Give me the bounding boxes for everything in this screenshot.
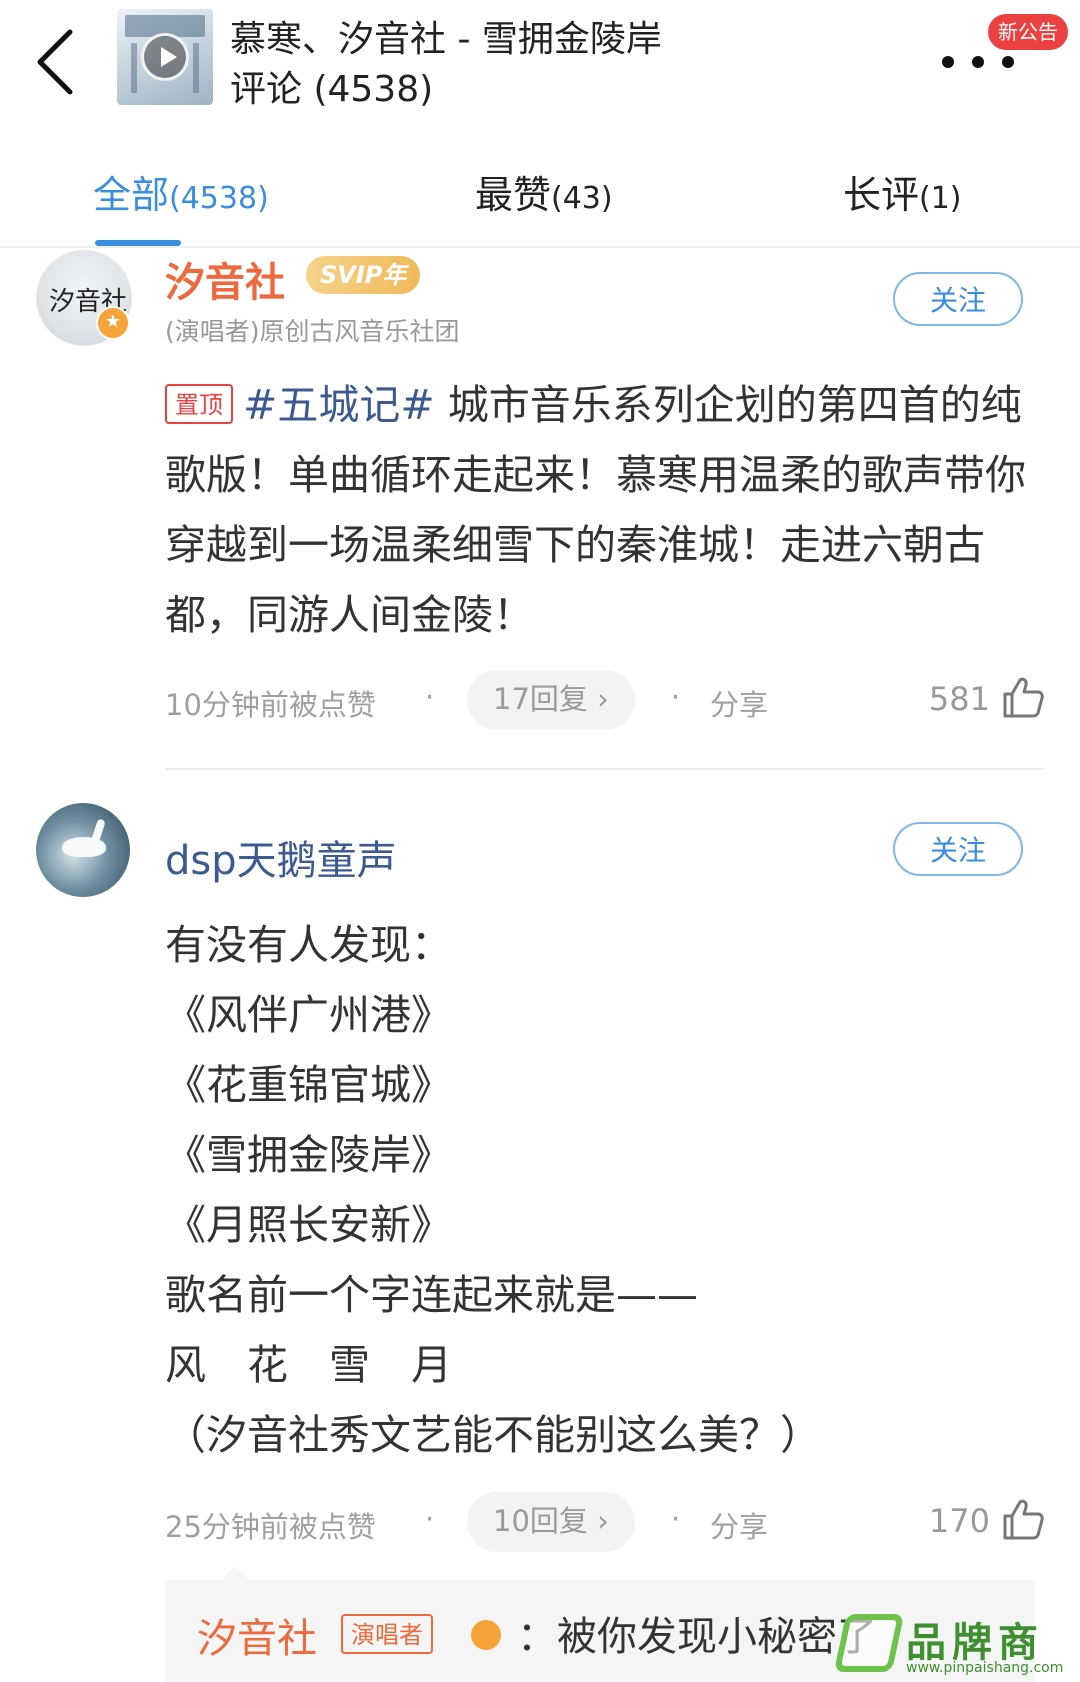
comment-text: 置顶 #五城记# 城市音乐系列企划的第四首的纯歌版！单曲循环走起来！慕寒用温柔的歌… — [165, 370, 1045, 650]
comment-text: 有没有人发现： 《风伴广州港》 《花重锦官城》 《雪拥金陵岸》 《月照长安新》 … — [165, 910, 1045, 1470]
logo-mark-icon — [833, 1614, 905, 1672]
svip-badge[interactable]: SVIP年 — [306, 256, 421, 294]
like-time: 10分钟前被点赞 — [165, 688, 376, 722]
singer-tag: 演唱者 — [341, 1614, 433, 1654]
separator-dot: · — [671, 680, 681, 714]
tab-label: 最赞 — [475, 173, 552, 217]
thumbs-up-icon — [1003, 677, 1044, 718]
reply-text: ：被你发现小秘密了 — [517, 1614, 877, 1660]
tab-all[interactable]: 全部(4538) — [93, 164, 269, 219]
active-tab-indicator — [95, 240, 181, 246]
header-bar: 慕寒、汐音社 - 雪拥金陵岸 评论 (4538) 新公告 — [0, 0, 1080, 140]
comment-line: 歌名前一个字连起来就是—— — [165, 1271, 698, 1319]
comment-count-title: 评论 (4538) — [230, 69, 434, 110]
replies-button[interactable]: 10回复 › — [467, 1492, 635, 1552]
comment-line: 《花重锦官城》 — [165, 1061, 452, 1109]
comment-username[interactable]: dsp天鹅童声 — [165, 828, 397, 886]
more-options-button[interactable] — [938, 50, 1018, 76]
comment-line: 《雪拥金陵岸》 — [165, 1131, 452, 1179]
dot-icon — [1002, 56, 1014, 68]
pinned-tag: 置顶 — [165, 384, 233, 424]
like-count: 170 — [928, 1502, 990, 1540]
topic-link[interactable]: #五城记# — [243, 381, 435, 429]
tab-count: (1) — [919, 181, 962, 216]
song-cover-image[interactable] — [117, 9, 213, 105]
watermark-logo: 品牌商 www.pinpaishang.com — [833, 1610, 1070, 1678]
song-title: 慕寒、汐音社 - 雪拥金陵岸 — [230, 19, 662, 60]
user-subtitle: (演唱者)原创古风音乐社团 — [165, 317, 460, 346]
comment-line: （汐音社秀文艺能不能别这么美？） — [165, 1411, 821, 1459]
new-notice-badge[interactable]: 新公告 — [988, 14, 1068, 50]
tab-most-liked[interactable]: 最赞(43) — [475, 164, 613, 219]
comments-page: 慕寒、汐音社 - 雪拥金陵岸 评论 (4538) 新公告 全部(4538) 最赞… — [0, 0, 1080, 1682]
tab-label: 全部 — [93, 173, 170, 217]
tab-count: (43) — [551, 181, 613, 216]
avatar[interactable] — [36, 803, 130, 897]
comment-line: 风 花 雪 月 — [165, 1341, 452, 1389]
comment-line: 《月照长安新》 — [165, 1201, 452, 1249]
share-button[interactable]: 分享 — [710, 1504, 768, 1546]
chevron-left-icon — [37, 29, 73, 95]
separator-dot: · — [425, 1502, 435, 1536]
replies-button[interactable]: 17回复 › — [467, 670, 635, 730]
comment-meta: 10分钟前被点赞 · 17回复 › · 分享 581 — [165, 670, 1045, 730]
reply-username[interactable]: 汐音社 — [197, 1606, 317, 1664]
comment-line: 《风伴广州港》 — [165, 991, 452, 1039]
back-button[interactable] — [22, 22, 102, 102]
dot-icon — [972, 56, 984, 68]
separator-dot: · — [671, 1502, 681, 1536]
like-button[interactable]: 170 — [915, 1498, 1045, 1548]
comment-line: 有没有人发现： — [165, 921, 452, 969]
star-badge-icon: ★ — [96, 306, 130, 340]
tab-long-review[interactable]: 长评(1) — [843, 164, 962, 219]
diamond-badge-icon — [471, 1620, 501, 1650]
follow-button[interactable]: 关注 — [893, 822, 1023, 876]
comment-username[interactable]: 汐音社 — [165, 250, 285, 308]
watermark-url: www.pinpaishang.com — [906, 1660, 1064, 1676]
like-count: 581 — [928, 680, 990, 718]
comment-meta: 25分钟前被点赞 · 10回复 › · 分享 170 — [165, 1492, 1045, 1552]
like-button[interactable]: 581 — [915, 676, 1045, 726]
like-time: 25分钟前被点赞 — [165, 1510, 376, 1544]
tab-label: 长评 — [843, 173, 920, 217]
thumbs-up-icon — [1003, 1499, 1044, 1540]
comment-divider — [165, 768, 1045, 770]
follow-button[interactable]: 关注 — [893, 272, 1023, 326]
dot-icon — [942, 56, 954, 68]
tab-count: (4538) — [169, 181, 269, 216]
share-button[interactable]: 分享 — [710, 682, 768, 724]
separator-dot: · — [425, 680, 435, 714]
play-icon — [141, 33, 189, 81]
comment-tabs: 全部(4538) 最赞(43) 长评(1) — [0, 150, 1080, 248]
